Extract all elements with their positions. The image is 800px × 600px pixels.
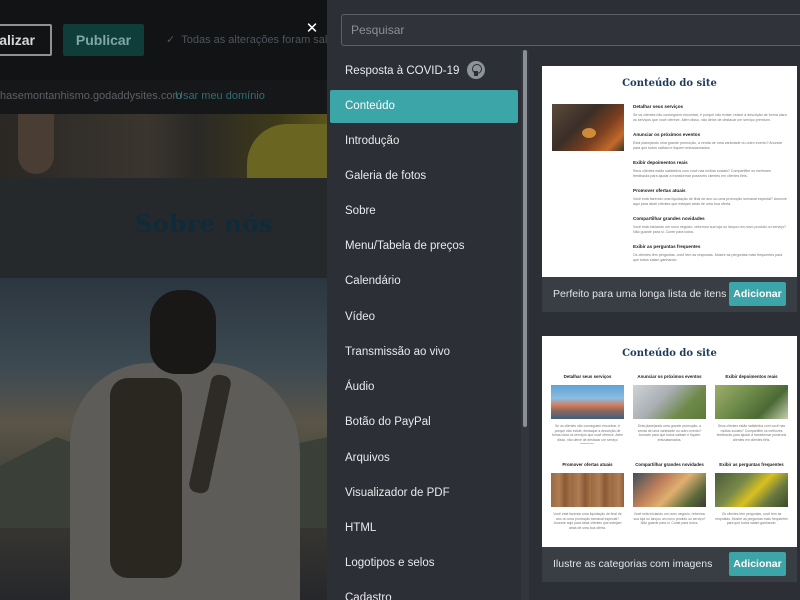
list-item: Promover ofertas atuais Você está fazendo… — [633, 188, 787, 206]
add-layout-button[interactable]: Adicionar — [729, 552, 786, 576]
sidebar-item-logos-badges[interactable]: Logotipos e selos — [330, 547, 518, 580]
site-url-bar: hasemontanhismo.godaddysites.com Usar me… — [0, 80, 327, 114]
about-section-title: Sobre nós — [135, 209, 273, 238]
sidebar-item-calendar[interactable]: Calendário — [330, 265, 518, 298]
sidebar-item-label: Botão do PayPal — [345, 416, 431, 428]
food-photo — [633, 473, 706, 507]
sidebar-item-label: Transmissão ao vivo — [345, 346, 451, 358]
field-photo — [715, 385, 788, 419]
sidebar-item-video[interactable]: Vídeo — [330, 301, 518, 334]
layout-description: Ilustre as categorias com imagens — [553, 558, 713, 570]
sidebar-item-label: Menu/Tabela de preços — [345, 240, 465, 252]
camp-photo — [715, 473, 788, 507]
sidebar-item-label: Vídeo — [345, 311, 376, 323]
sidebar-item-intro[interactable]: Introdução — [330, 125, 518, 158]
layout-preview-list[interactable]: Conteúdo do site Detalhar seus serviços S… — [542, 66, 797, 277]
sidebar-item-signup[interactable]: Cadastro — [330, 582, 518, 600]
sidebar-item-menu-price-list[interactable]: Menu/Tabela de preços — [330, 230, 518, 263]
sidebar-item-about[interactable]: Sobre — [330, 195, 518, 228]
sidebar-item-paypal-button[interactable]: Botão do PayPal — [330, 406, 518, 439]
search-box[interactable] — [341, 14, 800, 46]
grid-item: Detalhar seus serviços Se os clientes nã… — [551, 374, 624, 444]
sidebar-item-covid-response[interactable]: Resposta à COVID-19 — [330, 55, 518, 88]
sidebar-item-label: Sobre — [345, 205, 376, 217]
mountain-photo — [551, 385, 624, 419]
layout-preview-grid[interactable]: Conteúdo do site Detalhar seus serviços … — [542, 336, 797, 547]
sidebar-scrollbar-thumb[interactable] — [523, 50, 527, 427]
layout-preview-title: Conteúdo do site — [622, 78, 717, 89]
ribbon-icon — [467, 60, 486, 79]
sidebar-item-label: Conteúdo — [345, 100, 395, 112]
sidebar-item-label: Introdução — [345, 135, 400, 147]
hiker-photo — [0, 278, 327, 600]
hero-image — [0, 114, 327, 178]
sidebar-item-label: Arquivos — [345, 452, 390, 464]
publish-button[interactable]: Publicar — [63, 24, 144, 56]
list-item: Detalhar seus serviços Se os clientes não… — [633, 104, 787, 122]
campfire-photo — [552, 104, 624, 151]
sidebar-item-html[interactable]: HTML — [330, 512, 518, 545]
sidebar-item-label: Cadastro — [345, 592, 392, 600]
sidebar-item-label: Galeria de fotos — [345, 170, 427, 182]
editor-topbar: ualizar Publicar ✓Todas as alterações fo… — [0, 0, 327, 80]
sidebar-item-files[interactable]: Arquivos — [330, 442, 518, 475]
list-item: Exibir as perguntas frequentes Os cliente… — [633, 244, 783, 262]
sidebar-item-label: Logotipos e selos — [345, 557, 435, 569]
sidebar-item-audio[interactable]: Áudio — [330, 371, 518, 404]
search-input[interactable] — [342, 15, 800, 45]
sidebar-item-label: Áudio — [345, 381, 375, 393]
sidebar-item-label: Visualizador de PDF — [345, 487, 450, 499]
site-url: hasemontanhismo.godaddysites.com — [0, 90, 182, 102]
car-photo — [633, 385, 706, 419]
layout-preview-items: Detalhar seus serviços Se os clientes não… — [633, 104, 787, 272]
sidebar-item-label: Resposta à COVID-19 — [345, 65, 460, 77]
grid-item: Exibir depoimentos reais Seus clientes e… — [715, 374, 788, 442]
editor-background: ualizar Publicar ✓Todas as alterações fo… — [0, 0, 327, 600]
list-item: Compartilhar grandes novidades Você está … — [633, 216, 787, 234]
preview-button[interactable]: ualizar — [0, 24, 52, 56]
wood-photo — [551, 473, 624, 507]
close-icon[interactable]: ✕ — [302, 18, 322, 38]
sidebar-item-photo-gallery[interactable]: Galeria de fotos — [330, 160, 518, 193]
list-item: Exibir depoimentos reais Seus clientes es… — [633, 160, 771, 178]
add-layout-button[interactable]: Adicionar — [729, 282, 786, 306]
layout-preview-title: Conteúdo do site — [622, 348, 717, 359]
list-item: Anunciar os próximos eventos Está planeja… — [633, 132, 783, 150]
section-category-list: Resposta à COVID-19 Conteúdo Introdução … — [327, 50, 526, 600]
grid-item: Promover ofertas atuais Você está fazend… — [551, 462, 624, 544]
grid-item: Exibir as perguntas frequentes Os client… — [715, 462, 788, 526]
sidebar-item-content[interactable]: Conteúdo — [330, 90, 518, 123]
sidebar-item-pdf-viewer[interactable]: Visualizador de PDF — [330, 477, 518, 510]
use-domain-link[interactable]: Usar meu domínio — [175, 90, 265, 102]
sidebar-item-label: Calendário — [345, 275, 401, 287]
sidebar-item-live-stream[interactable]: Transmissão ao vivo — [330, 336, 518, 369]
sidebar-item-label: HTML — [345, 522, 377, 534]
layout-description: Perfeito para uma longa lista de itens — [553, 288, 727, 300]
layout-footer: Perfeito para uma longa lista de itens A… — [542, 277, 797, 312]
grid-item: Anunciar os próximos eventos Está planej… — [633, 374, 706, 456]
check-icon: ✓ — [166, 34, 176, 46]
layout-footer: Ilustre as categorias com imagens Adicio… — [542, 547, 797, 582]
grid-item: Compartilhar grandes novidades Você está… — [633, 462, 706, 526]
